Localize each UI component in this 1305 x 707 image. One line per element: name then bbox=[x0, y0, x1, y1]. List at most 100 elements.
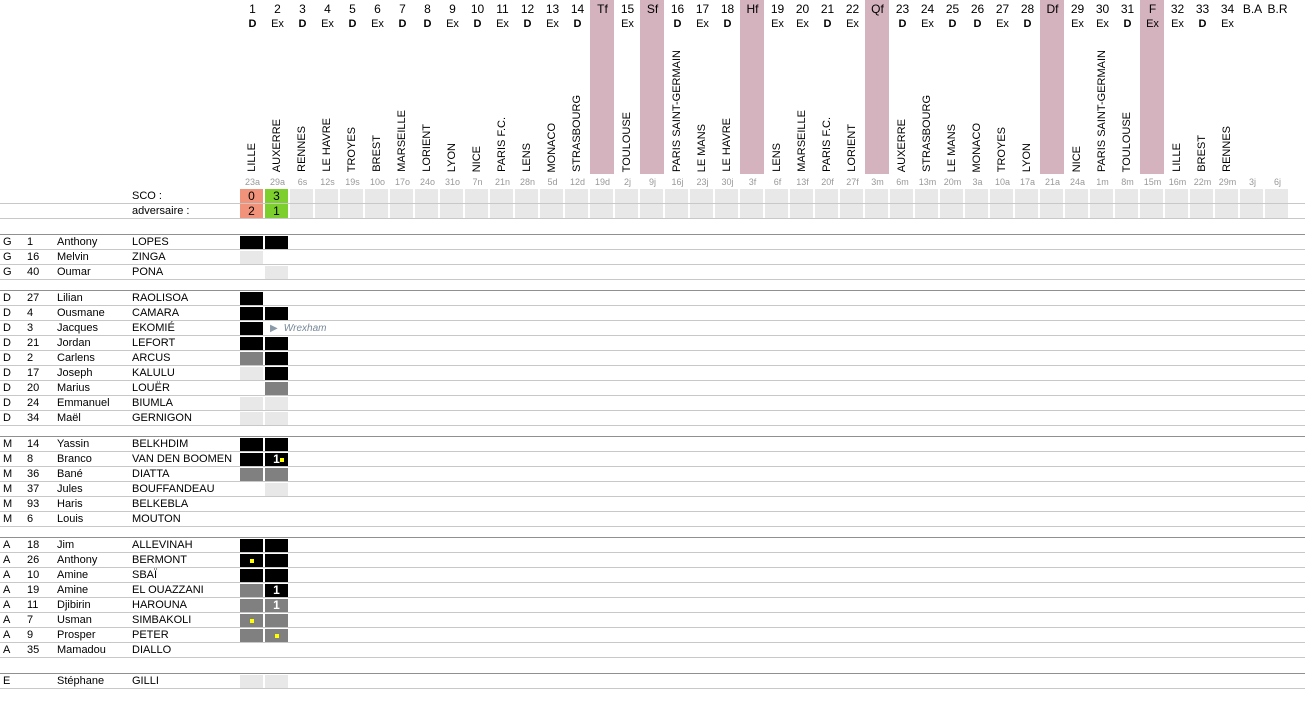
transfer-club: Wrexham bbox=[283, 323, 327, 334]
appearance-full[interactable] bbox=[240, 438, 263, 451]
fixture-number: F bbox=[1148, 2, 1157, 16]
opponent-name: LE MANS bbox=[946, 123, 958, 172]
fixture-date: 6m bbox=[896, 177, 909, 187]
appearance-bench[interactable] bbox=[240, 251, 263, 264]
opponent-name: LENS bbox=[771, 143, 783, 172]
score-cell bbox=[665, 204, 688, 218]
fixture-venue: Ex bbox=[1146, 18, 1159, 30]
fixture-number: 20 bbox=[795, 2, 810, 16]
opponent-name: TROYES bbox=[996, 126, 1008, 172]
appearance-bench[interactable] bbox=[265, 397, 288, 410]
appearance-full[interactable] bbox=[240, 307, 263, 320]
fixture-date: 19s bbox=[345, 177, 360, 187]
appearance-bench[interactable] bbox=[265, 675, 288, 688]
player-num: 20 bbox=[27, 382, 40, 394]
appearance-bench[interactable] bbox=[240, 397, 263, 410]
appearance-bench[interactable] bbox=[265, 483, 288, 496]
player-last: KALULU bbox=[132, 367, 175, 379]
appearance-full[interactable] bbox=[240, 453, 263, 466]
opponent-name: NICE bbox=[1071, 145, 1083, 172]
appearance-sub[interactable] bbox=[240, 468, 263, 481]
fixture-date: 29m bbox=[1218, 177, 1237, 187]
appearance-full[interactable] bbox=[240, 322, 263, 335]
appearance-bench[interactable] bbox=[240, 367, 263, 380]
appearance-full[interactable] bbox=[265, 337, 288, 350]
appearance-sub[interactable] bbox=[240, 599, 263, 612]
appearance-full[interactable] bbox=[240, 569, 263, 582]
appearance-sub[interactable] bbox=[240, 584, 263, 597]
appearance-sub[interactable] bbox=[265, 614, 288, 627]
cup-stage-column bbox=[590, 0, 614, 174]
fixture-number: 25 bbox=[945, 2, 960, 16]
player-num: 93 bbox=[27, 498, 40, 510]
appearance-full[interactable] bbox=[265, 554, 288, 567]
appearance-full[interactable] bbox=[265, 236, 288, 249]
row-line bbox=[0, 365, 1305, 366]
fixture-number: 12 bbox=[520, 2, 535, 16]
row-line bbox=[0, 320, 1305, 321]
score-cell bbox=[390, 204, 413, 218]
player-last: BIUMLA bbox=[132, 397, 173, 409]
row-line bbox=[0, 264, 1305, 265]
fixture-date: 17o bbox=[394, 177, 411, 187]
appearance-full[interactable] bbox=[265, 438, 288, 451]
fixture-number: 15 bbox=[620, 2, 635, 16]
score-cell bbox=[465, 189, 488, 203]
player-first: Oumar bbox=[57, 266, 91, 278]
score-cell bbox=[490, 189, 513, 203]
opponent-name-cell: TROYES bbox=[990, 32, 1015, 174]
appearance-sub[interactable] bbox=[240, 629, 263, 642]
player-num: 11 bbox=[27, 599, 39, 611]
appearance-full[interactable] bbox=[265, 569, 288, 582]
fixture-date: 5d bbox=[547, 177, 558, 187]
fixture-venue: Ex bbox=[1171, 18, 1184, 30]
fixture-venue: Ex bbox=[1096, 18, 1109, 30]
appearance-bench[interactable] bbox=[240, 412, 263, 425]
appearance-sub[interactable] bbox=[265, 468, 288, 481]
fixture-number: 34 bbox=[1220, 2, 1235, 16]
player-pos: A bbox=[3, 614, 11, 626]
appearance-sub[interactable] bbox=[240, 352, 263, 365]
appearance-full[interactable] bbox=[240, 236, 263, 249]
fixture-venue: D bbox=[673, 18, 682, 30]
player-first: Maël bbox=[57, 412, 81, 424]
fixture-date: 6j bbox=[1273, 177, 1281, 187]
score-label-opponent: adversaire : bbox=[132, 205, 190, 217]
fixture-date: 2j bbox=[623, 177, 631, 187]
appearance-bench[interactable] bbox=[265, 266, 288, 279]
appearance-full[interactable] bbox=[265, 352, 288, 365]
appearance-full[interactable] bbox=[265, 367, 288, 380]
appearance-bench[interactable] bbox=[265, 412, 288, 425]
fixture-number: 1 bbox=[249, 2, 256, 16]
score-cell bbox=[565, 189, 588, 203]
opponent-name-cell: PARIS F.C. bbox=[815, 32, 840, 174]
fixture-venue: D bbox=[1198, 18, 1207, 30]
appearance-sub[interactable] bbox=[265, 382, 288, 395]
fixture-date: 16j bbox=[671, 177, 684, 187]
player-num: 37 bbox=[27, 483, 40, 495]
fixture-venue: Ex bbox=[696, 18, 709, 30]
player-last: RAOLISOA bbox=[132, 292, 189, 304]
fixture-venue: Ex bbox=[846, 18, 859, 30]
appearance-bench[interactable] bbox=[240, 675, 263, 688]
appearance-full[interactable] bbox=[265, 539, 288, 552]
fixture-date: 7n bbox=[472, 177, 483, 187]
score-cell bbox=[615, 204, 638, 218]
appearance-full[interactable] bbox=[240, 337, 263, 350]
score-cell bbox=[540, 189, 563, 203]
fixture-venue: Ex bbox=[1221, 18, 1234, 30]
opponent-name-cell: NICE bbox=[1065, 32, 1090, 174]
appearance-full[interactable] bbox=[240, 539, 263, 552]
player-first: Carlens bbox=[57, 352, 95, 364]
score-cell bbox=[1040, 204, 1063, 218]
fixture-date: 12d bbox=[569, 177, 586, 187]
row-line bbox=[0, 380, 1305, 381]
opponent-name: RENNES bbox=[1221, 126, 1233, 172]
appearance-full[interactable] bbox=[240, 292, 263, 305]
fixture-number: 6 bbox=[374, 2, 381, 16]
appearance-full[interactable] bbox=[265, 307, 288, 320]
player-first: Bané bbox=[57, 468, 83, 480]
row-line bbox=[0, 627, 1305, 628]
fixture-date: 17a bbox=[1019, 177, 1036, 187]
yellow-card-marker bbox=[275, 634, 279, 638]
